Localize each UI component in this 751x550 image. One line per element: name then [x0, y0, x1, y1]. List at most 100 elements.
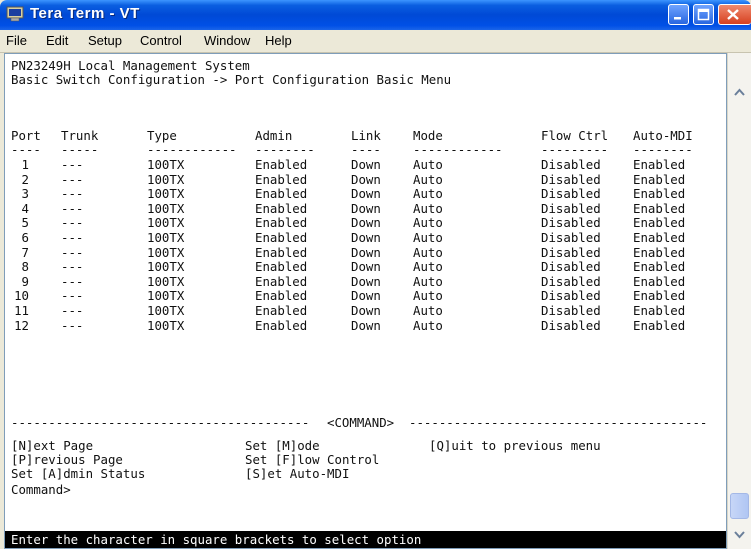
cell-trunk: ---: [61, 230, 84, 245]
divider-label: <COMMAND>: [327, 415, 395, 430]
cell-flow-ctrl: Disabled: [541, 303, 601, 318]
cell-flow-ctrl: Disabled: [541, 244, 601, 260]
table-row: 3 --- 100TX Enabled Down Auto Disabled Enabled: [5, 186, 720, 201]
close-button[interactable]: [718, 4, 751, 25]
cell-flow-ctrl: Disabled: [541, 288, 601, 304]
cell-port: 10: [14, 288, 29, 304]
cell-auto-mdi: Enabled: [633, 317, 686, 333]
cell-type: 100TX: [147, 317, 185, 333]
menu-edit[interactable]: Edit: [46, 33, 68, 48]
cell-auto-mdi: Enabled: [633, 303, 686, 318]
table-row: 7 --- 100TX Enabled Down Auto Disabled Enabled: [5, 245, 720, 260]
cmd-set-auto-mdi[interactable]: [S]et Auto-MDI: [245, 466, 349, 481]
column-underlines-auto-mdi: --------: [633, 142, 693, 157]
cell-flow-ctrl: Disabled: [541, 273, 601, 289]
cell-mode: Auto: [413, 157, 443, 172]
cell-trunk: ---: [61, 303, 84, 318]
window-title: Tera Term - VT: [30, 5, 140, 22]
cell-admin: Enabled: [255, 215, 308, 231]
scroll-down-arrow-icon: [734, 531, 745, 539]
cell-admin: Enabled: [255, 288, 308, 304]
scroll-thumb[interactable]: [730, 493, 749, 519]
cell-admin: Enabled: [255, 303, 308, 318]
scroll-up-arrow-icon: [734, 88, 745, 96]
minimize-icon: [674, 17, 681, 20]
system-title: PN23249H Local Management System: [11, 58, 250, 73]
cmd-next-page[interactable]: [N]ext Page: [11, 438, 93, 453]
cmd-set-mode[interactable]: Set [M]ode: [245, 438, 320, 453]
cell-type: 100TX: [147, 288, 185, 304]
title-bar[interactable]: Tera Term - VT: [0, 0, 751, 30]
cell-flow-ctrl: Disabled: [541, 259, 601, 275]
cell-trunk: ---: [61, 186, 84, 202]
table-row: 12 --- 100TX Enabled Down Auto Disabled Enabled: [5, 318, 720, 333]
divider-dashes-left: ----------------------------------------: [11, 415, 310, 430]
cell-trunk: ---: [61, 259, 84, 275]
cell-type: 100TX: [147, 171, 185, 187]
column-underlines-type: ------------: [147, 142, 237, 157]
table-row: 5 --- 100TX Enabled Down Auto Disabled Enabled: [5, 215, 720, 230]
cell-port: 7: [21, 244, 29, 260]
cell-flow-ctrl: Disabled: [541, 171, 601, 187]
cell-mode: Auto: [413, 317, 443, 333]
cell-admin: Enabled: [255, 171, 308, 187]
cell-type: 100TX: [147, 200, 185, 216]
table-row: 4 --- 100TX Enabled Down Auto Disabled Enabled: [5, 201, 720, 216]
minimize-button[interactable]: [668, 4, 689, 25]
cell-auto-mdi: Enabled: [633, 244, 686, 260]
menu-window[interactable]: Window: [204, 33, 250, 48]
table-row: 1 --- 100TX Enabled Down Auto Disabled Enabled: [5, 157, 720, 172]
cell-admin: Enabled: [255, 244, 308, 260]
cell-port: 6: [21, 230, 29, 245]
table-row: 11 --- 100TX Enabled Down Auto Disabled Enabled: [5, 303, 720, 318]
scroll-down-button[interactable]: [730, 525, 749, 544]
cell-trunk: ---: [61, 288, 84, 304]
column-headers-trunk: Trunk: [61, 128, 99, 143]
cell-admin: Enabled: [255, 273, 308, 289]
cmd-previous-page[interactable]: [P]revious Page: [11, 452, 123, 467]
cell-trunk: ---: [61, 215, 84, 231]
cell-link: Down: [351, 171, 381, 187]
terminal-screen[interactable]: PN23249H Local Management System Basic S…: [4, 53, 727, 549]
cell-trunk: ---: [61, 157, 84, 172]
cell-mode: Auto: [413, 273, 443, 289]
maximize-button[interactable]: [693, 4, 714, 25]
cell-flow-ctrl: Disabled: [541, 200, 601, 216]
table-row: 10 --- 100TX Enabled Down Auto Disabled Enabled: [5, 288, 720, 303]
cell-auto-mdi: Enabled: [633, 230, 686, 245]
column-underlines-port: ----: [11, 142, 41, 157]
cell-mode: Auto: [413, 230, 443, 245]
cell-port: 9: [21, 273, 29, 289]
command-prompt[interactable]: Command>: [11, 482, 71, 497]
cell-link: Down: [351, 157, 381, 172]
cell-link: Down: [351, 317, 381, 333]
cell-type: 100TX: [147, 186, 185, 202]
column-underlines-mode: ------------: [413, 142, 503, 157]
cell-port: 8: [21, 259, 29, 275]
cell-link: Down: [351, 259, 381, 275]
cmd-set-admin-status[interactable]: Set [A]dmin Status: [11, 466, 145, 481]
cell-type: 100TX: [147, 230, 185, 245]
menu-setup[interactable]: Setup: [88, 33, 122, 48]
cell-trunk: ---: [61, 244, 84, 260]
cell-port: 11: [14, 303, 29, 318]
cell-type: 100TX: [147, 303, 185, 318]
command-divider: ----------------------------------------…: [11, 415, 723, 430]
menu-file[interactable]: File: [6, 33, 27, 48]
cell-link: Down: [351, 303, 381, 318]
table-row: 2 --- 100TX Enabled Down Auto Disabled Enabled: [5, 172, 720, 187]
cell-trunk: ---: [61, 273, 84, 289]
column-underlines-admin: --------: [255, 142, 315, 157]
vertical-scrollbar[interactable]: [727, 53, 751, 549]
menu-bar: File Edit Setup Control Window Help: [0, 30, 751, 53]
cell-mode: Auto: [413, 244, 443, 260]
maximize-icon: [697, 8, 710, 21]
cmd-quit[interactable]: [Q]uit to previous menu: [429, 438, 601, 453]
scroll-up-button[interactable]: [730, 83, 749, 102]
cell-trunk: ---: [61, 317, 84, 333]
menu-control[interactable]: Control: [140, 33, 182, 48]
menu-help[interactable]: Help: [265, 33, 292, 48]
cell-trunk: ---: [61, 200, 84, 216]
cell-admin: Enabled: [255, 157, 308, 172]
cmd-set-flow-control[interactable]: Set [F]low Control: [245, 452, 379, 467]
